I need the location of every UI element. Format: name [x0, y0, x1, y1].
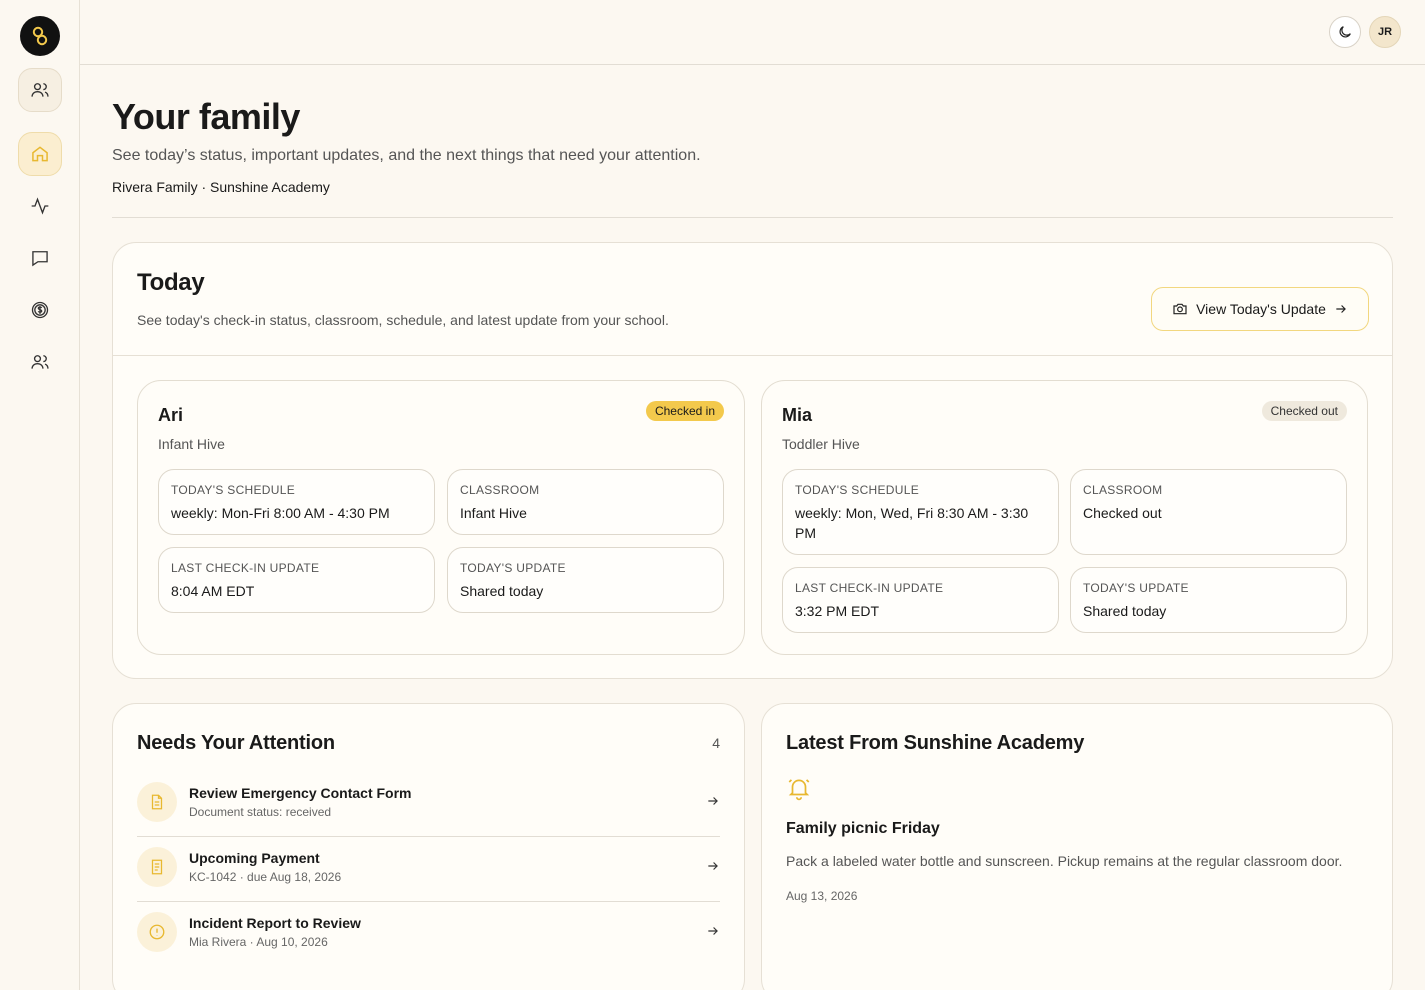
nav-people[interactable] [18, 68, 62, 112]
latest-card: Latest From Sunshine Academy Family picn… [761, 703, 1393, 990]
view-button-label: View Today's Update [1196, 301, 1326, 317]
update-box: TODAY'S UPDATE Shared today [447, 547, 724, 613]
users-icon [31, 83, 49, 97]
app-logo[interactable] [20, 16, 60, 56]
today-title: Today [137, 269, 205, 296]
classroom-value: Checked out [1083, 505, 1162, 521]
attention-count: 4 [712, 735, 720, 751]
nav-activity[interactable] [18, 184, 62, 228]
status-badge: Checked in [645, 401, 724, 421]
alert-circle-icon [137, 912, 177, 952]
checkin-box: LAST CHECK-IN UPDATE 3:32 PM EDT [782, 567, 1059, 633]
update-box: TODAY'S UPDATE Shared today [1070, 567, 1347, 633]
attention-item[interactable]: Review Emergency Contact Form Document s… [137, 772, 720, 837]
attention-item[interactable]: Upcoming Payment KC-1042 · due Aug 18, 2… [137, 837, 720, 902]
checkin-value: 3:32 PM EDT [795, 603, 880, 619]
nav-family[interactable] [18, 340, 62, 384]
classroom-box: CLASSROOM Infant Hive [447, 469, 724, 535]
schedule-label: TODAY'S SCHEDULE [171, 483, 296, 497]
arrow-right-icon [708, 927, 718, 935]
status-badge: Checked out [1261, 401, 1347, 421]
news-title: Family picnic Friday [786, 820, 940, 837]
page-title: Your family [112, 96, 300, 137]
home-icon [32, 146, 48, 162]
bell-icon [788, 779, 810, 801]
attention-item-meta: KC-1042 · due Aug 18, 2026 [189, 870, 342, 884]
moon-icon [1339, 26, 1351, 38]
classroom-label: CLASSROOM [1083, 483, 1163, 497]
schedule-value: weekly: Mon, Wed, Fri 8:30 AM - 3:30 PM [795, 505, 1029, 541]
checkin-box: LAST CHECK-IN UPDATE 8:04 AM EDT [158, 547, 435, 613]
checkin-label: LAST CHECK-IN UPDATE [171, 561, 320, 575]
attention-item-title: Upcoming Payment [189, 850, 320, 866]
child-name: Mia [782, 405, 813, 425]
checkin-value: 8:04 AM EDT [171, 583, 255, 599]
arrow-right-icon [708, 797, 718, 805]
child-name: Ari [158, 405, 184, 425]
schedule-box: TODAY'S SCHEDULE weekly: Mon-Fri 8:00 AM… [158, 469, 435, 535]
logo-icon [32, 26, 48, 46]
news-date: Aug 13, 2026 [786, 889, 858, 903]
dollar-icon [31, 301, 49, 319]
news-body: Pack a labeled water bottle and sunscree… [786, 853, 1343, 869]
nav-billing[interactable] [18, 288, 62, 332]
users-icon [31, 355, 49, 369]
child-classroom: Infant Hive [158, 436, 225, 452]
avatar[interactable]: JR [1369, 16, 1401, 48]
receipt-icon [137, 847, 177, 887]
attention-item-meta: Mia Rivera · Aug 10, 2026 [189, 935, 328, 949]
attention-item-meta: Document status: received [189, 805, 332, 819]
sidebar [0, 0, 80, 990]
classroom-label: CLASSROOM [460, 483, 540, 497]
arrow-right-icon [708, 862, 718, 870]
page-subtitle: See today’s status, important updates, a… [112, 147, 701, 164]
top-bar: JR [80, 0, 1425, 65]
checkin-label: LAST CHECK-IN UPDATE [795, 581, 944, 595]
update-value: Shared today [460, 583, 544, 599]
classroom-value: Infant Hive [460, 505, 527, 521]
update-label: TODAY'S UPDATE [460, 561, 566, 575]
schedule-label: TODAY'S SCHEDULE [795, 483, 920, 497]
divider [112, 217, 1393, 218]
classroom-box: CLASSROOM Checked out [1070, 469, 1347, 555]
schedule-value: weekly: Mon-Fri 8:00 AM - 4:30 PM [171, 505, 390, 521]
message-icon [32, 251, 48, 267]
nav-messages[interactable] [18, 236, 62, 280]
attention-title: Needs Your Attention [137, 732, 335, 754]
update-value: Shared today [1083, 603, 1167, 619]
attention-item[interactable]: Incident Report to Review Mia Rivera · A… [137, 902, 720, 967]
attention-item-title: Incident Report to Review [189, 915, 361, 931]
today-subtitle: See today's check-in status, classroom, … [137, 312, 669, 328]
attention-card: Needs Your Attention 4 Review Emergency … [112, 703, 745, 990]
today-card: Today See today's check-in status, class… [112, 242, 1393, 679]
latest-title: Latest From Sunshine Academy [786, 732, 1085, 754]
update-label: TODAY'S UPDATE [1083, 581, 1189, 595]
child-card-ari: Ari Infant Hive Checked in TODAY'S SCHED… [137, 380, 745, 655]
today-divider [113, 355, 1392, 356]
child-card-mia: Mia Toddler Hive Checked out TODAY'S SCH… [761, 380, 1368, 655]
child-classroom: Toddler Hive [782, 436, 860, 452]
theme-toggle-button[interactable] [1329, 16, 1361, 48]
attention-item-title: Review Emergency Contact Form [189, 785, 412, 801]
camera-icon [1173, 303, 1187, 315]
family-school-line: Rivera Family · Sunshine Academy [112, 179, 330, 195]
schedule-box: TODAY'S SCHEDULE weekly: Mon, Wed, Fri 8… [782, 469, 1059, 555]
view-todays-update-button[interactable]: View Today's Update [1151, 287, 1369, 331]
arrow-right-icon [1336, 305, 1346, 313]
nav-home[interactable] [18, 132, 62, 176]
document-icon [137, 782, 177, 822]
activity-icon [31, 197, 49, 215]
